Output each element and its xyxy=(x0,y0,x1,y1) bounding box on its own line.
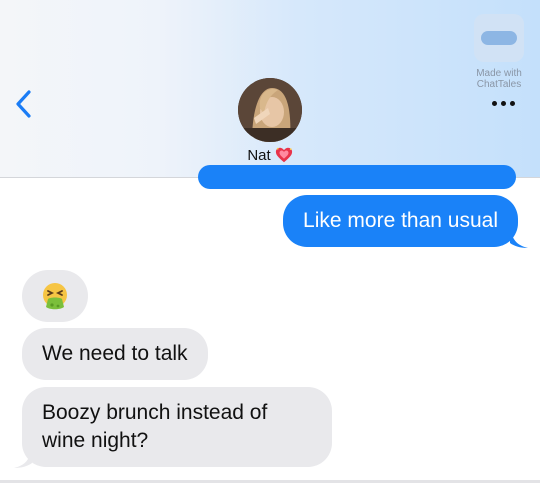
more-dot xyxy=(501,100,506,106)
incoming-emoji-bubble[interactable] xyxy=(22,270,88,322)
chat-header: Made with ChatTales Nat xyxy=(0,0,540,178)
nauseated-face-emoji xyxy=(43,283,67,310)
contact-avatar[interactable] xyxy=(238,78,302,142)
bubble-tail-out xyxy=(510,227,528,248)
watermark-text: Made with ChatTales xyxy=(476,68,522,90)
contact-name: Nat xyxy=(247,146,271,164)
watermark-logo xyxy=(474,14,524,62)
incoming-message-bubble[interactable]: Boozy brunch instead of wine night? xyxy=(22,387,332,467)
more-options-button[interactable] xyxy=(492,98,522,108)
more-dot xyxy=(492,100,497,106)
outgoing-bubble-partial xyxy=(198,165,516,189)
avatar-photo xyxy=(238,78,302,142)
message-text: Boozy brunch instead of wine night? xyxy=(42,401,268,452)
sparkling-heart-icon xyxy=(275,147,292,163)
chat-bubble-icon xyxy=(481,31,517,45)
incoming-message-bubble[interactable]: We need to talk xyxy=(22,328,208,380)
chattales-watermark: Made with ChatTales xyxy=(472,14,526,96)
bubble-tail-in xyxy=(14,447,32,468)
more-dot xyxy=(510,100,515,106)
message-text: Like more than usual xyxy=(303,209,498,232)
contact-name-row[interactable]: Nat xyxy=(0,146,540,164)
outgoing-message-bubble[interactable]: Like more than usual xyxy=(283,195,518,247)
message-text: We need to talk xyxy=(42,342,188,365)
back-button[interactable] xyxy=(8,86,38,122)
chevron-left-icon xyxy=(16,90,31,118)
